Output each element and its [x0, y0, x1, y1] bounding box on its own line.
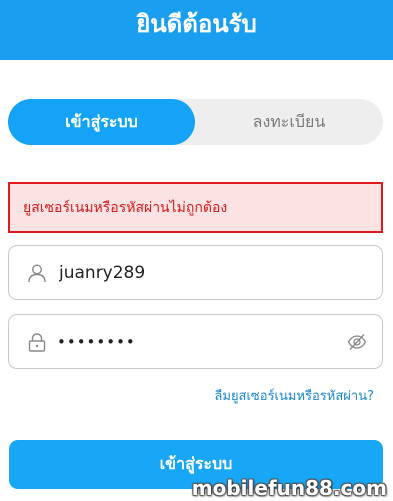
- forgot-credentials-link[interactable]: ลืมยูสเซอร์เนมหรือรหัสผ่าน?: [214, 385, 374, 406]
- auth-tabs: เข้าสู่ระบบ ลงทะเบียน: [8, 99, 383, 145]
- username-input[interactable]: [57, 261, 382, 284]
- password-field[interactable]: ••••••••: [8, 314, 383, 369]
- username-field[interactable]: [8, 245, 383, 300]
- lock-icon: [26, 331, 48, 353]
- login-page: ยินดีต้อนรับ เข้าสู่ระบบ ลงทะเบียน ยูสเซ…: [0, 0, 393, 501]
- eye-off-icon[interactable]: [346, 331, 368, 353]
- error-alert: ยูสเซอร์เนมหรือรหัสผ่านไม่ถูกต้อง: [8, 182, 383, 233]
- watermark-text: mobilefun88.com: [191, 476, 387, 500]
- error-message: ยูสเซอร์เนมหรือรหัสผ่านไม่ถูกต้อง: [23, 199, 228, 216]
- tab-login[interactable]: เข้าสู่ระบบ: [8, 99, 195, 145]
- user-icon: [26, 262, 48, 284]
- page-title: ยินดีต้อนรับ: [136, 9, 257, 38]
- header-bar: ยินดีต้อนรับ: [0, 0, 393, 60]
- tab-register[interactable]: ลงทะเบียน: [195, 99, 383, 145]
- password-input[interactable]: ••••••••: [57, 333, 346, 351]
